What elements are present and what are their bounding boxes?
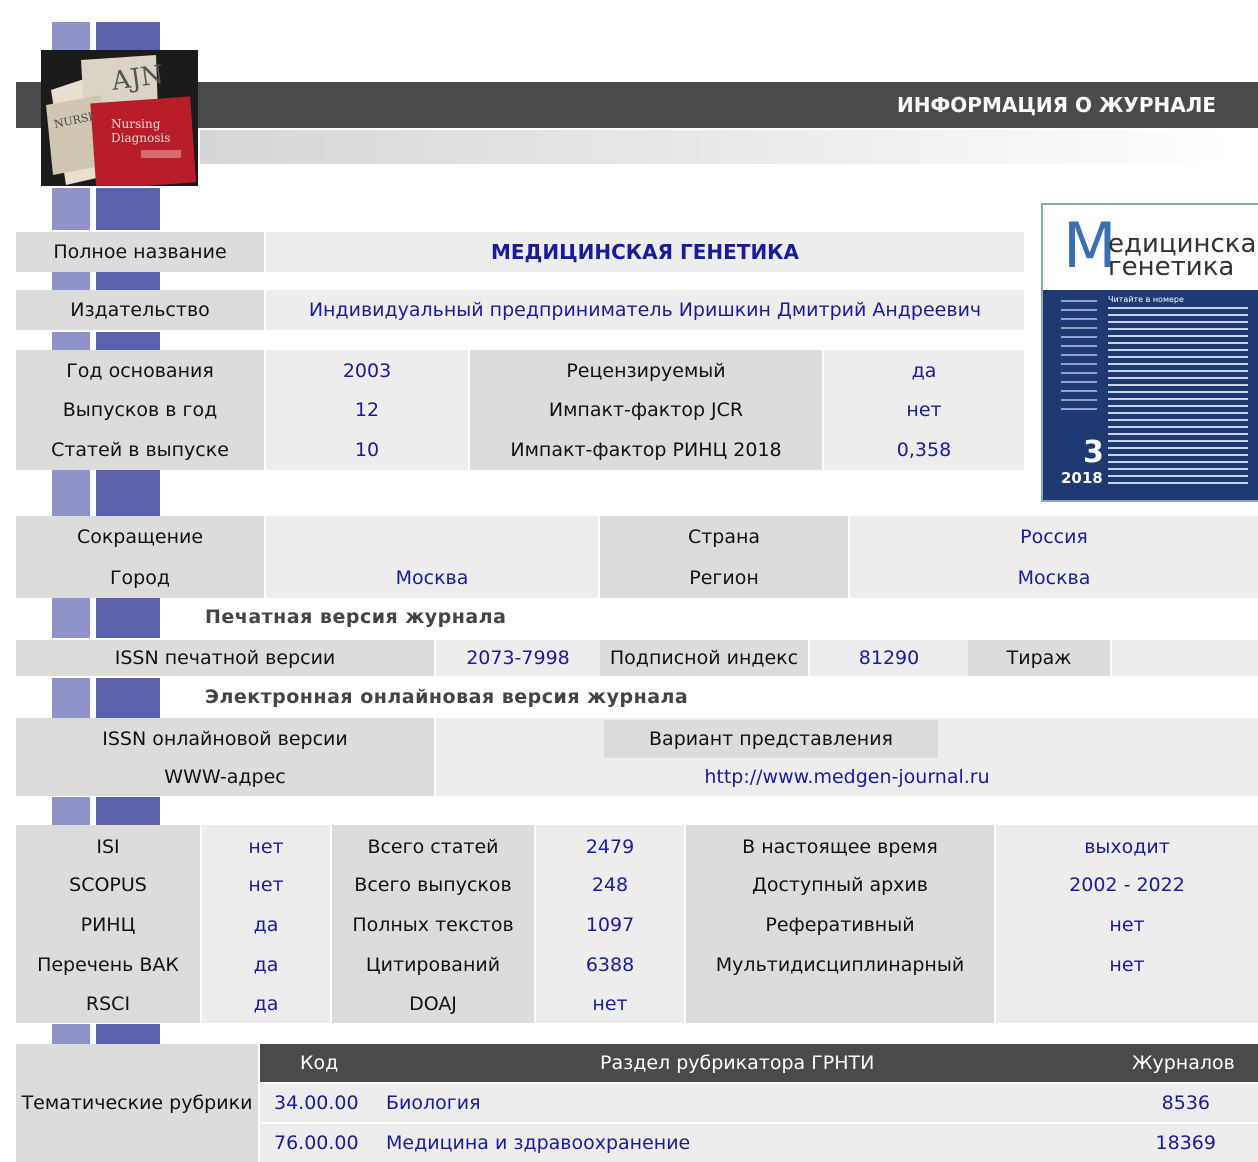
country-label: Страна <box>687 526 761 548</box>
full-name-label: Полное название <box>16 232 264 272</box>
circulation-value <box>1112 640 1258 676</box>
rubrics-header-journals: Журналов <box>1132 1052 1235 1074</box>
total-articles-label: Всего статей <box>367 836 499 858</box>
rinc-label: РИНЦ <box>80 914 136 936</box>
citations-value: 6388 <box>585 954 635 976</box>
doaj-label: DOAJ <box>409 993 457 1015</box>
jcr-label: Импакт-фактор JCR <box>548 399 744 421</box>
publisher-value: Индивидуальный предприниматель Иришкин Д… <box>308 299 982 321</box>
articles-label: Статей в выпуске <box>51 439 229 461</box>
full-texts-label: Полных текстов <box>352 914 514 936</box>
rubrics-header-code: Код <box>300 1052 339 1074</box>
issues-label: Выпусков в год <box>62 399 218 421</box>
citations-label: Цитирований <box>365 954 501 976</box>
rubric-count: 8536 <box>1161 1092 1210 1114</box>
website-link[interactable]: http://www.medgen-journal.ru <box>436 758 1258 796</box>
online-issn-value <box>436 720 602 758</box>
print-issn-value: 2073-7998 <box>436 640 600 676</box>
variant-label: Вариант представления <box>604 720 938 758</box>
online-issn-label: ISSN онлайновой версии <box>102 728 348 750</box>
rubric-name-link[interactable]: Биология <box>386 1084 481 1122</box>
rinc-if-label: Импакт-фактор РИНЦ 2018 <box>510 439 782 461</box>
rubric-code: 76.00.00 <box>274 1132 359 1154</box>
city-label: Город <box>109 567 171 589</box>
reviewed-label: Рецензируемый <box>566 360 726 382</box>
region-label: Регион <box>689 567 759 589</box>
region-value: Москва <box>1017 567 1091 589</box>
full-texts-value: 1097 <box>585 914 635 936</box>
svg-text:Diagnosis: Diagnosis <box>111 131 170 145</box>
total-articles-value: 2479 <box>585 836 635 858</box>
subscription-index-value: 81290 <box>810 640 968 676</box>
abstract-label: Реферативный <box>765 914 915 936</box>
doaj-value: нет <box>592 993 628 1015</box>
country-value: Россия <box>1020 526 1088 548</box>
rsci-value: да <box>253 993 279 1015</box>
journal-cover-image: М едицинская генетика Читайте в номере 3… <box>1041 203 1258 502</box>
online-section-title: Электронная онлайновая версия журнала <box>205 686 689 708</box>
total-issues-label: Всего выпусков <box>354 874 512 896</box>
archive-label: Доступный архив <box>752 874 928 896</box>
svg-text:Nursing: Nursing <box>111 117 161 131</box>
rubric-name-link[interactable]: Медицина и здравоохранение <box>386 1124 690 1162</box>
current-label: В настоящее время <box>742 836 938 858</box>
print-issn-label: ISSN печатной версии <box>16 640 434 676</box>
isi-label: ISI <box>96 836 120 858</box>
header-underbar <box>200 130 1230 164</box>
header-title: ИНФОРМАЦИЯ О ЖУРНАЛЕ <box>896 93 1216 117</box>
variant-value <box>940 720 1258 758</box>
articles-value: 10 <box>354 439 380 461</box>
rubric-count: 18369 <box>1155 1132 1216 1154</box>
journal-full-name: МЕДИЦИНСКАЯ ГЕНЕТИКА <box>490 240 800 264</box>
vak-label: Перечень ВАК <box>37 954 179 976</box>
rinc-if-value: 0,358 <box>896 439 952 461</box>
subscription-index-label: Подписной индекс <box>600 640 808 676</box>
founded-label: Год основания <box>66 360 214 382</box>
issues-value: 12 <box>354 399 380 421</box>
reviewed-value: да <box>911 360 937 382</box>
circulation-label: Тираж <box>968 640 1110 676</box>
publisher-label: Издательство <box>16 290 264 330</box>
scopus-value: нет <box>248 874 284 896</box>
jcr-value: нет <box>906 399 942 421</box>
table-row: 34.00.00 Биология 8536 <box>260 1084 1258 1122</box>
abbrev-label: Сокращение <box>76 526 204 548</box>
rsci-label: RSCI <box>85 993 131 1015</box>
founded-value: 2003 <box>342 360 392 382</box>
city-value: Москва <box>395 567 469 589</box>
multidisciplinary-value: нет <box>1109 954 1145 976</box>
multidisciplinary-label: Мультидисциплинарный <box>715 954 965 976</box>
archive-value: 2002 - 2022 <box>1069 874 1185 896</box>
abstract-value: нет <box>1109 914 1145 936</box>
rubrics-label: Тематические рубрики <box>16 1044 258 1162</box>
scopus-label: SCOPUS <box>69 874 147 896</box>
www-label: WWW-адрес <box>164 766 286 788</box>
rinc-value: да <box>253 914 279 936</box>
print-section-title: Печатная версия журнала <box>205 606 507 628</box>
current-value: выходит <box>1084 836 1170 858</box>
abbrev-value <box>266 518 598 556</box>
journal-collage-logo: AJN NURSING Nursing Diagnosis <box>41 50 198 186</box>
vak-value: да <box>253 954 279 976</box>
table-row: 76.00.00 Медицина и здравоохранение 1836… <box>260 1124 1258 1162</box>
isi-value: нет <box>248 836 284 858</box>
rubrics-header-section: Раздел рубрикатора ГРНТИ <box>600 1052 875 1074</box>
rubric-code: 34.00.00 <box>274 1092 359 1114</box>
total-issues-value: 248 <box>591 874 629 896</box>
